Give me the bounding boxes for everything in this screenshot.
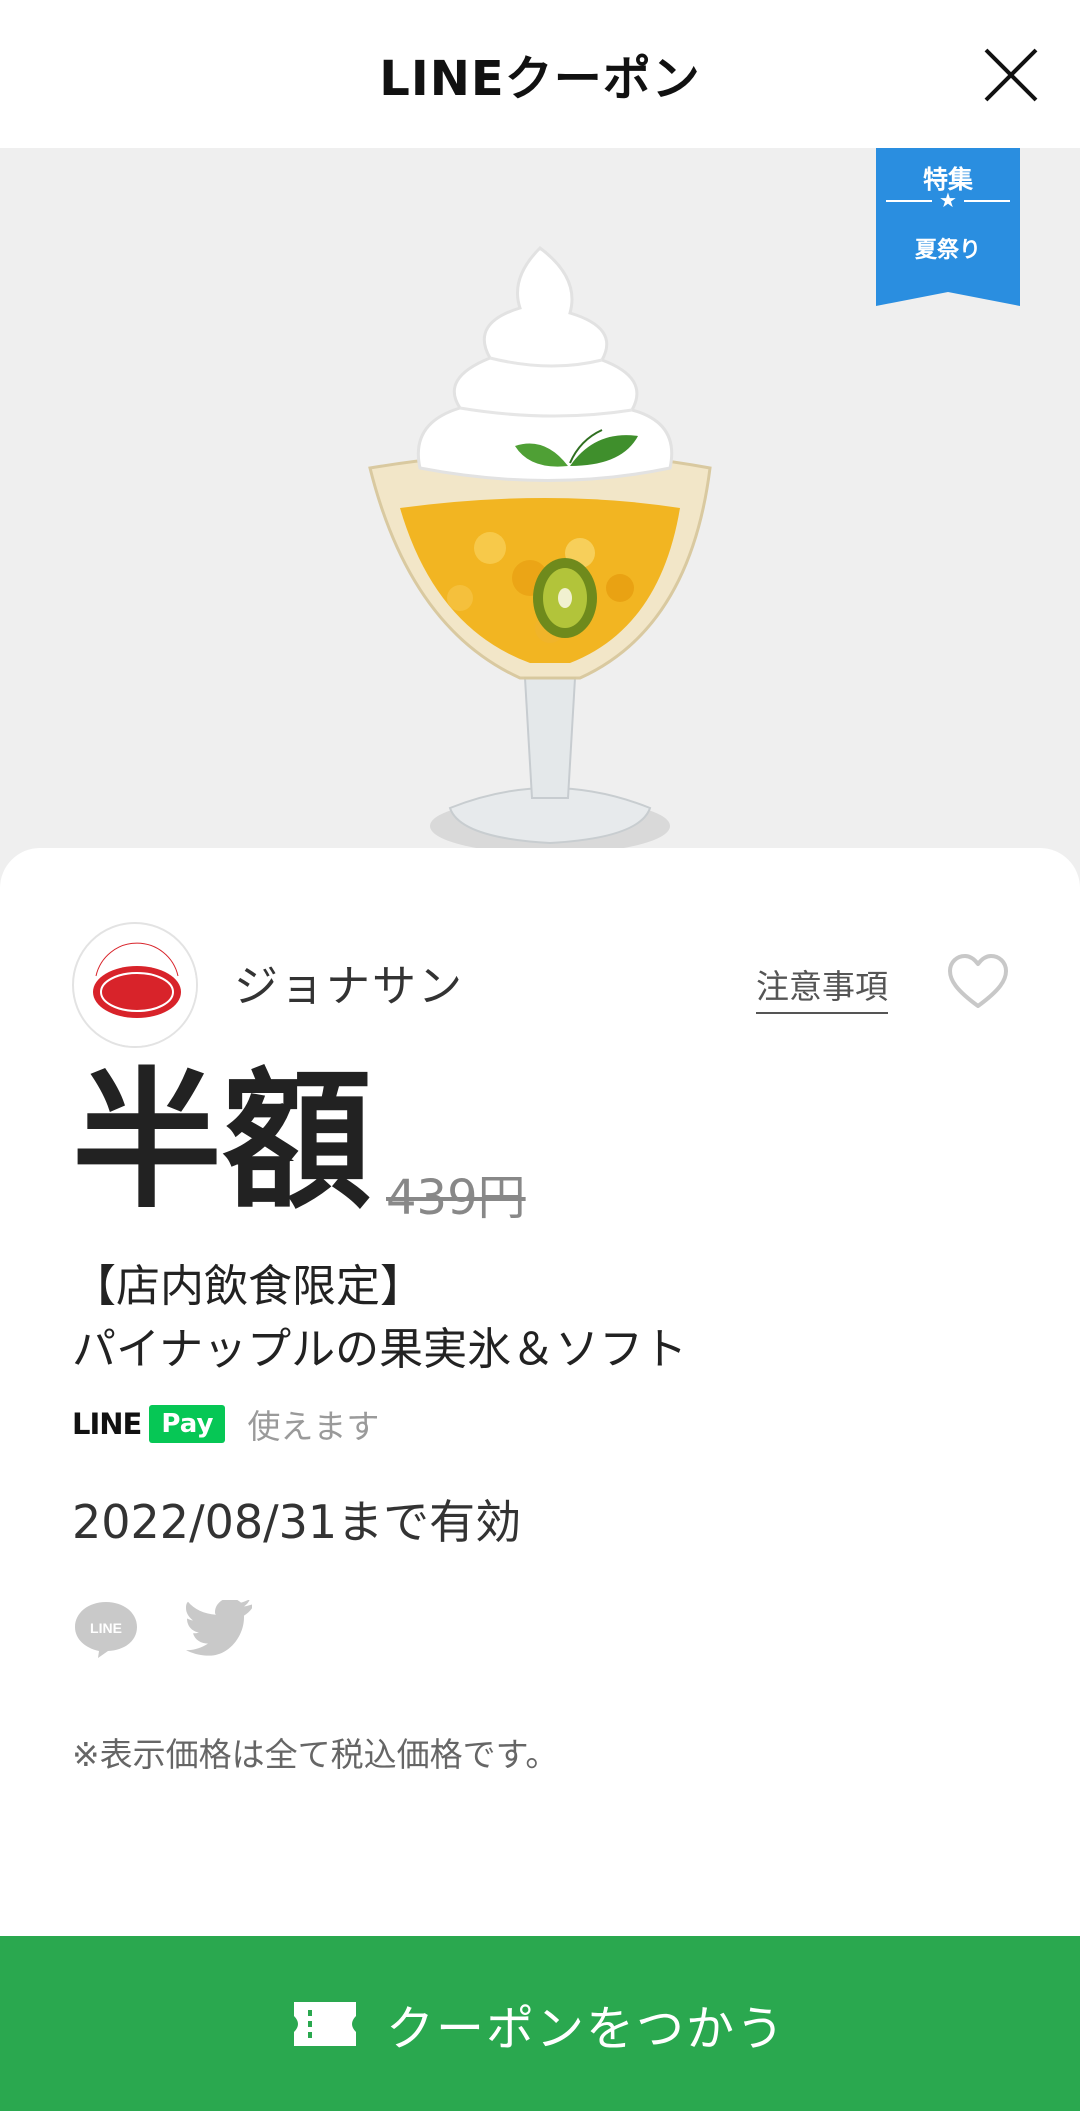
original-price: 439円 <box>386 1170 526 1226</box>
close-icon[interactable] <box>980 44 1042 106</box>
heart-icon[interactable] <box>946 952 1010 1012</box>
linepay-usable-text: 使えます <box>247 1407 380 1446</box>
ticket-icon <box>293 2001 356 2046</box>
svg-text:LINE: LINE <box>90 1620 122 1636</box>
ribbon-label-festival: 夏祭り <box>914 238 981 263</box>
feature-ribbon[interactable]: 特集 ★ 夏祭り <box>876 148 1020 306</box>
store-name: ジョナサン <box>234 961 464 1012</box>
notes-link[interactable]: 注意事項 <box>756 960 888 1014</box>
parfait-image <box>368 246 712 854</box>
linepay-badge: LINE Pay 使えます <box>72 1402 379 1446</box>
discount-label: 半額 <box>72 1055 373 1229</box>
valid-until: 2022/08/31まで有効 <box>72 1495 522 1549</box>
line-share-icon[interactable]: LINE <box>72 1598 140 1660</box>
linepay-pay-text: Pay <box>149 1405 226 1443</box>
store-logo <box>72 922 198 1048</box>
use-coupon-label: クーポンをつかう <box>385 2000 786 2057</box>
coupon-title-item: パイナップルの果実氷＆ソフト <box>72 1324 688 1375</box>
use-coupon-button[interactable]: クーポンをつかう <box>0 1936 1080 2111</box>
star-icon: ★ <box>939 188 957 212</box>
tax-note: ※表示価格は全て税込価格です。 <box>72 1735 559 1774</box>
twitter-share-icon[interactable] <box>186 1600 254 1658</box>
linepay-line-text: LINE <box>72 1407 142 1441</box>
header-title: LINEクーポン <box>379 51 701 107</box>
app-header: LINEクーポン <box>0 0 1080 148</box>
coupon-title-condition: 【店内飲食限定】 <box>72 1261 424 1312</box>
